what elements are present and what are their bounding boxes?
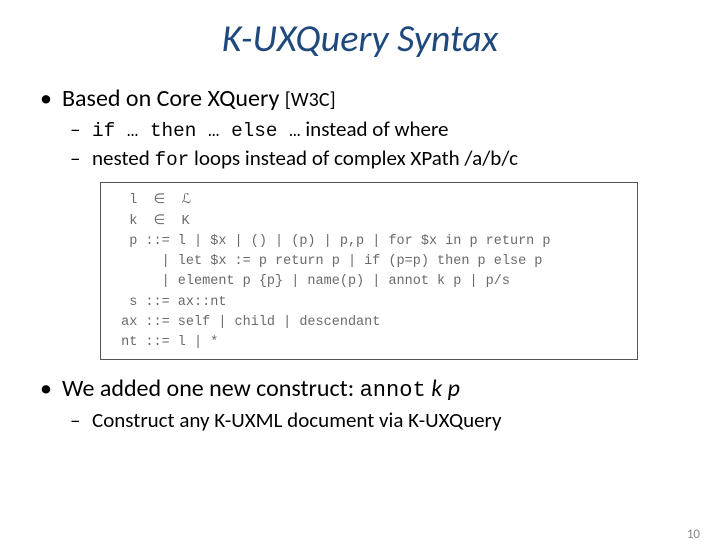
slide-title: K-UXQuery Syntax xyxy=(30,16,690,62)
slide-body: Based on Core XQuery [W3C] if … then … e… xyxy=(30,84,690,433)
bullet-1-text: Based on Core XQuery xyxy=(62,84,285,113)
bullet-1b: nested for loops instead of complex XPat… xyxy=(70,145,690,172)
bullet-2: We added one new construct: annot k p xyxy=(36,374,690,405)
page-number: 10 xyxy=(687,527,700,540)
bullet-1a: if … then … else … instead of where xyxy=(70,116,690,143)
grammar-l4: | let $x := p return p | if (p=p) then p… xyxy=(113,254,542,269)
bullet-2-rest: k p xyxy=(426,374,460,403)
bullet-1b-pre: nested xyxy=(92,145,155,171)
bullet-1: Based on Core XQuery [W3C] xyxy=(36,84,690,114)
bullet-2-pre: We added one new construct: xyxy=(62,374,360,403)
slide: K-UXQuery Syntax Based on Core XQuery [W… xyxy=(0,16,720,540)
grammar: l ∈ ℒ k ∈ K p ::= l | $x | () | (p) | p,… xyxy=(113,191,625,353)
grammar-l3: p ::= l | $x | () | (p) | p,p | for $x i… xyxy=(113,234,550,249)
bullet-2a-text: Construct any K-UXML document via K-UXQu… xyxy=(92,407,501,433)
grammar-l5: | element p {p} | name(p) | annot k p | … xyxy=(113,274,510,289)
grammar-l2: k ∈ K xyxy=(113,214,190,229)
bullet-1b-code: for xyxy=(155,149,190,171)
bullet-1a-rest: instead of where xyxy=(301,116,449,142)
bullet-1b-rest: loops instead of complex XPath /a/b/c xyxy=(189,145,518,171)
grammar-box: l ∈ ℒ k ∈ K p ::= l | $x | () | (p) | p,… xyxy=(100,182,638,360)
bullet-1-cite: [W3C] xyxy=(285,88,336,112)
grammar-l7: ax ::= self | child | descendant xyxy=(113,315,380,330)
bullet-1a-code: if … then … else … xyxy=(92,120,301,142)
grammar-l8: nt ::= l | * xyxy=(113,335,218,350)
grammar-l1: l ∈ ℒ xyxy=(113,193,191,208)
grammar-l6: s ::= ax::nt xyxy=(113,295,226,310)
bullet-2a: Construct any K-UXML document via K-UXQu… xyxy=(70,407,690,433)
bullet-2-code: annot xyxy=(360,378,426,403)
